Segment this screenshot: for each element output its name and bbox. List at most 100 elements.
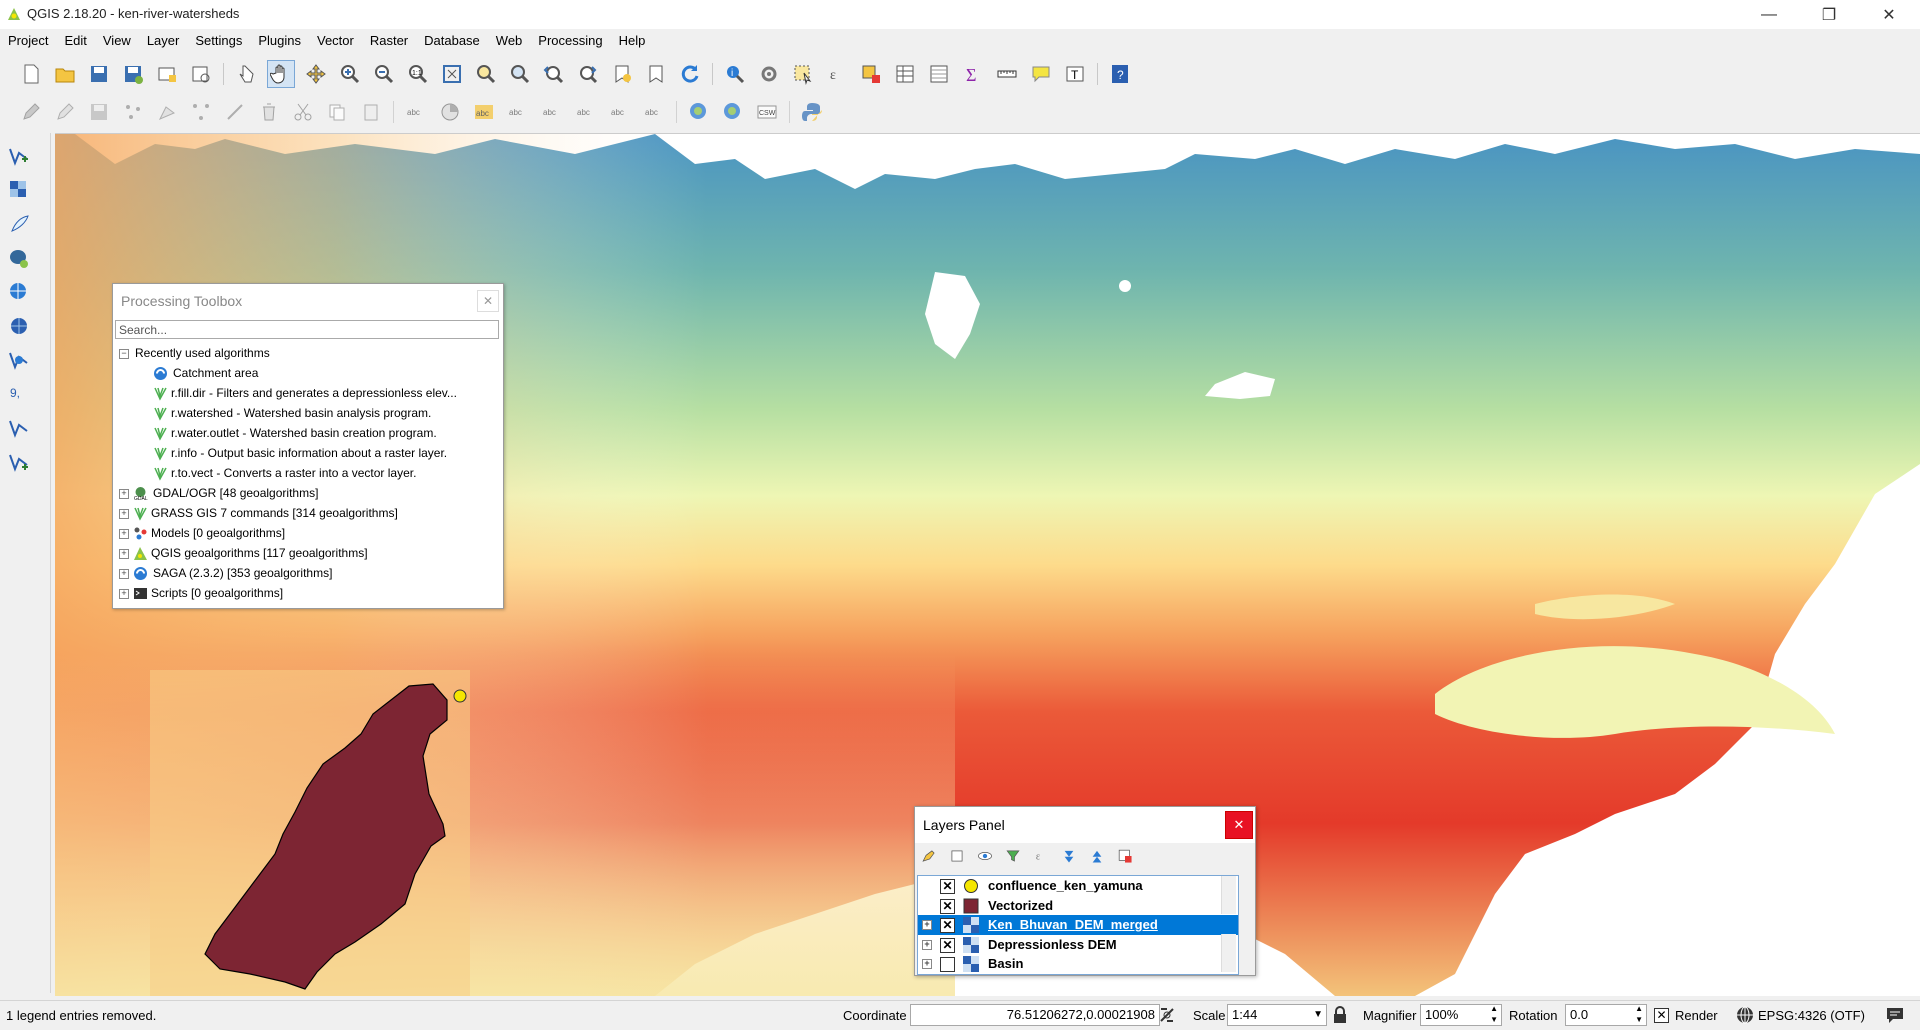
tree-item-recent[interactable]: r.fill.dir - Filters and generates a dep… — [117, 383, 499, 403]
new-shapefile-layer-icon[interactable] — [6, 449, 32, 475]
layer-row[interactable]: ✕ confluence_ken_yamuna — [918, 876, 1238, 896]
render-checkbox[interactable]: ✕ — [1654, 1008, 1669, 1023]
close-window-button[interactable]: ✕ — [1866, 0, 1912, 29]
paste-features-icon[interactable] — [358, 99, 384, 125]
magnifier-spinbox[interactable]: 100% ▲ ▼ — [1420, 1004, 1502, 1026]
layer-row-selected[interactable]: + ✕ Ken_Bhuvan_DEM_merged — [918, 915, 1238, 935]
refresh-icon[interactable] — [677, 61, 703, 87]
new-bookmark-icon[interactable] — [609, 61, 635, 87]
add-wms-layer-icon[interactable] — [6, 279, 32, 305]
expand-icon[interactable]: + — [119, 529, 129, 539]
layer-list-scrollbar-lower[interactable] — [1221, 934, 1236, 972]
toolbox-search-input[interactable]: Search... — [115, 320, 499, 339]
manage-map-themes-icon[interactable] — [973, 843, 997, 869]
copy-features-icon[interactable] — [324, 99, 350, 125]
expand-icon[interactable]: + — [119, 549, 129, 559]
statistical-summary-icon[interactable]: Σ — [960, 61, 986, 87]
tree-provider-qgis[interactable]: + QGIS geoalgorithms [117 geoalgorithms] — [117, 543, 499, 563]
add-wfs-layer-icon[interactable] — [6, 347, 32, 373]
zoom-in-icon[interactable] — [337, 61, 363, 87]
new-print-composer-icon[interactable] — [154, 61, 180, 87]
map-tips-icon[interactable] — [1028, 61, 1054, 87]
toolbox-close-button[interactable]: ✕ — [477, 290, 499, 312]
layers-close-button[interactable]: ✕ — [1225, 811, 1253, 839]
metasearch-publish-icon[interactable] — [720, 99, 746, 125]
csw-icon[interactable]: CSW — [754, 99, 780, 125]
layer-row[interactable]: + ✕ Depressionless DEM — [918, 935, 1238, 955]
expand-icon[interactable]: + — [119, 489, 129, 499]
add-wcs-layer-icon[interactable] — [6, 313, 32, 339]
pan-to-selection-icon[interactable] — [303, 61, 329, 87]
confluence-point[interactable] — [453, 689, 467, 703]
zoom-next-icon[interactable] — [575, 61, 601, 87]
expand-icon[interactable]: + — [119, 569, 129, 579]
pin-label-icon[interactable]: abc — [505, 99, 531, 125]
zoom-to-selection-icon[interactable] — [473, 61, 499, 87]
save-layer-edits-icon[interactable] — [86, 99, 112, 125]
help-contents-icon[interactable]: ? — [1107, 61, 1133, 87]
expand-icon[interactable]: + — [119, 509, 129, 519]
digitize-icon[interactable] — [222, 99, 248, 125]
delete-selected-icon[interactable] — [256, 99, 282, 125]
menu-raster[interactable]: Raster — [362, 29, 416, 53]
menu-vector[interactable]: Vector — [309, 29, 362, 53]
layer-visibility-checkbox[interactable]: ✕ — [940, 918, 955, 933]
open-attribute-table-icon[interactable] — [892, 61, 918, 87]
expand-icon[interactable]: + — [922, 959, 932, 969]
tree-item-recent[interactable]: Catchment area — [117, 363, 499, 383]
collapse-icon[interactable]: − — [119, 349, 129, 359]
expand-icon[interactable]: + — [922, 920, 932, 930]
run-feature-action-icon[interactable] — [756, 61, 782, 87]
zoom-full-icon[interactable] — [439, 61, 465, 87]
node-tool-icon[interactable] — [188, 99, 214, 125]
move-label-icon[interactable]: abc — [573, 99, 599, 125]
menu-layer[interactable]: Layer — [139, 29, 188, 53]
add-postgis-layer-icon[interactable] — [6, 245, 32, 271]
menu-web[interactable]: Web — [488, 29, 531, 53]
layer-visibility-checkbox[interactable]: ✕ — [940, 937, 955, 953]
python-console-icon[interactable] — [799, 99, 825, 125]
menu-processing[interactable]: Processing — [530, 29, 610, 53]
tree-provider-scripts[interactable]: + Scripts [0 geoalgorithms] — [117, 583, 499, 603]
highlight-label-icon[interactable]: abc — [471, 99, 497, 125]
add-vector-layer-icon[interactable] — [6, 143, 32, 169]
zoom-native-icon[interactable]: 1:1 — [405, 61, 431, 87]
save-project-icon[interactable] — [86, 61, 112, 87]
spin-arrows-icon[interactable]: ▲ ▼ — [1490, 1003, 1498, 1025]
zoom-last-icon[interactable] — [541, 61, 567, 87]
composer-manager-icon[interactable] — [188, 61, 214, 87]
filter-expression-icon[interactable]: ε — [1029, 843, 1053, 869]
toggle-editing-icon[interactable] — [52, 99, 78, 125]
expand-icon[interactable]: + — [922, 939, 932, 950]
toggle-extents-icon[interactable] — [1157, 1005, 1177, 1025]
filter-legend-icon[interactable] — [1001, 843, 1025, 869]
open-layer-styling-icon[interactable] — [917, 843, 941, 869]
menu-project[interactable]: Project — [0, 29, 56, 53]
pan-map-icon[interactable] — [267, 59, 295, 88]
menu-settings[interactable]: Settings — [187, 29, 250, 53]
layer-visibility-checkbox[interactable] — [940, 957, 955, 972]
layer-visibility-checkbox[interactable]: ✕ — [940, 879, 955, 894]
add-raster-layer-icon[interactable] — [6, 177, 32, 203]
layer-list-scrollbar[interactable] — [1221, 876, 1236, 914]
menu-view[interactable]: View — [95, 29, 139, 53]
add-spatialite-layer-icon[interactable] — [6, 211, 32, 237]
lock-scale-icon[interactable] — [1332, 1006, 1348, 1024]
layer-row[interactable]: ✕ Vectorized — [918, 896, 1238, 916]
tree-provider-models[interactable]: + Models [0 geoalgorithms] — [117, 523, 499, 543]
move-feature-icon[interactable] — [154, 99, 180, 125]
remove-layer-icon[interactable] — [1113, 843, 1137, 869]
rotate-label-icon[interactable]: abc — [607, 99, 633, 125]
identify-features-icon[interactable]: i — [722, 61, 748, 87]
current-edits-icon[interactable] — [18, 99, 44, 125]
tree-provider-grass[interactable]: + GRASS GIS 7 commands [314 geoalgorithm… — [117, 503, 499, 523]
open-project-icon[interactable] — [52, 61, 78, 87]
open-field-calculator-icon[interactable] — [926, 61, 952, 87]
add-delimited-text-icon[interactable]: 9, — [6, 381, 32, 407]
layer-diagram-icon[interactable] — [437, 99, 463, 125]
add-feature-icon[interactable] — [120, 99, 146, 125]
menu-database[interactable]: Database — [416, 29, 488, 53]
restore-button[interactable]: ❐ — [1806, 0, 1852, 29]
expand-all-icon[interactable] — [1057, 843, 1081, 869]
scale-combobox[interactable]: 1:44 ▼ — [1227, 1004, 1327, 1026]
